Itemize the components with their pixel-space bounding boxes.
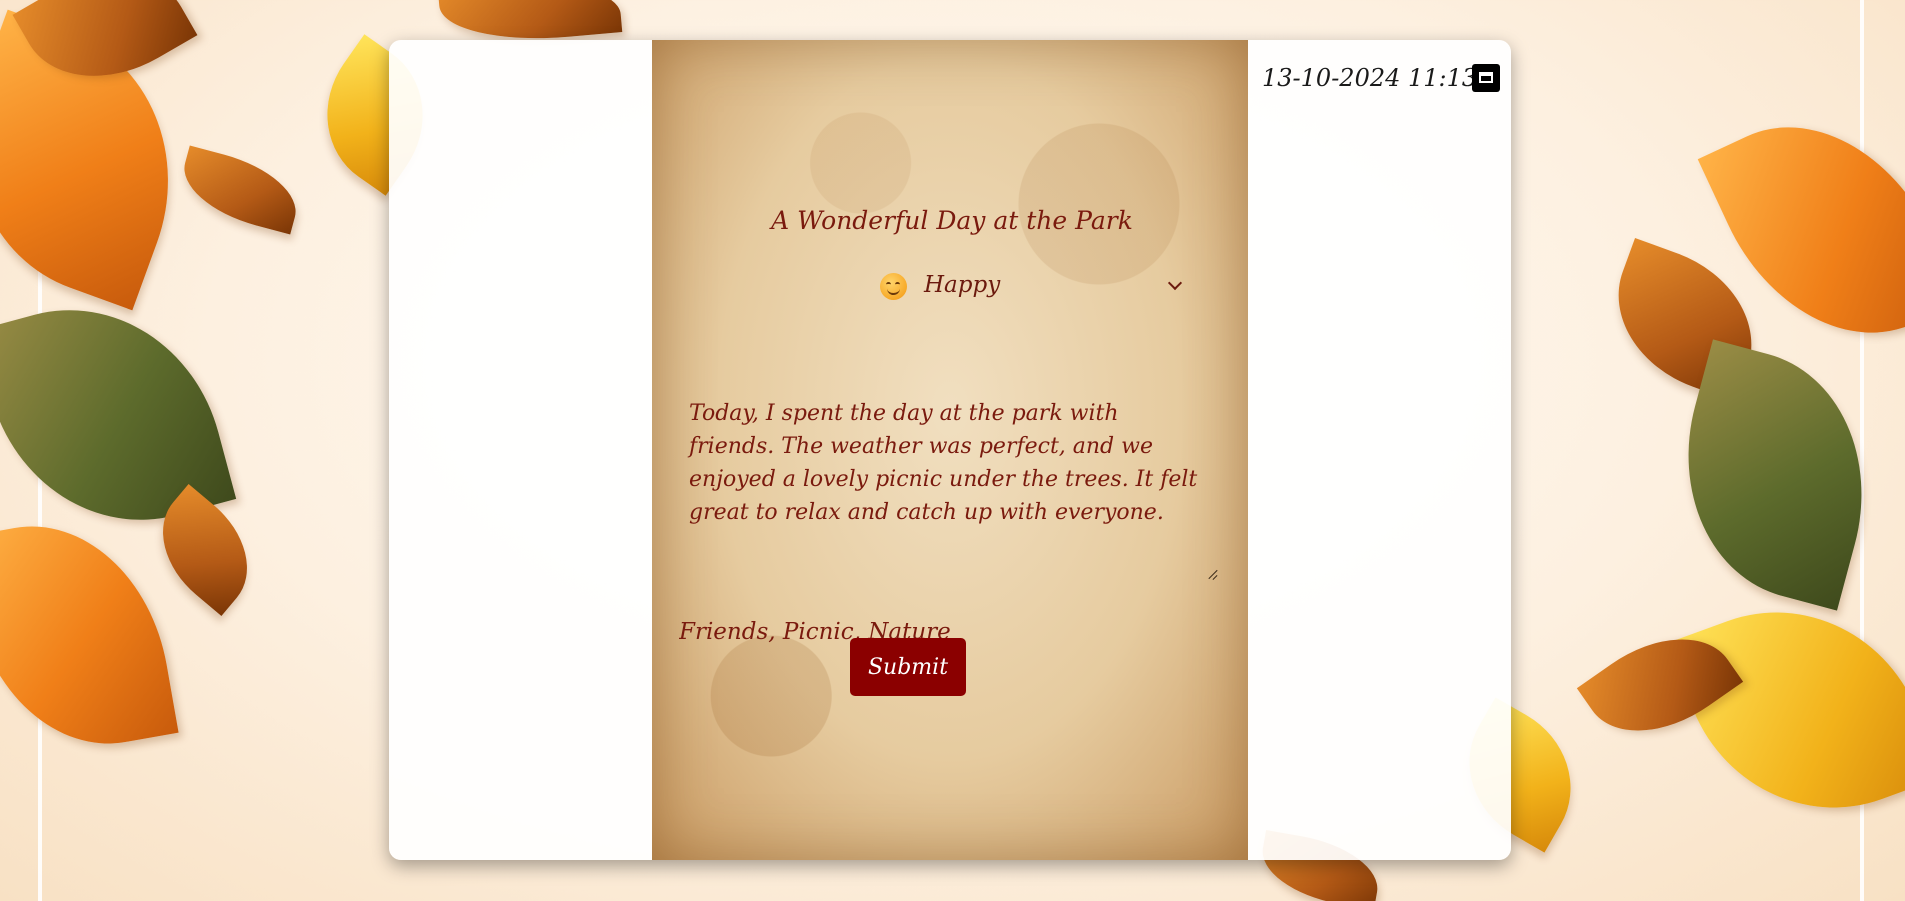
mood-select[interactable]: Happy — [878, 268, 1208, 308]
chevron-down-icon — [1167, 275, 1183, 291]
leaf-decoration — [174, 145, 306, 235]
resize-handle-icon[interactable] — [1208, 570, 1218, 580]
entry-title-input[interactable] — [712, 205, 1192, 236]
mood-label: Happy — [924, 272, 1001, 298]
leaf-decoration — [0, 506, 179, 764]
submit-button[interactable]: Submit — [850, 638, 966, 696]
calendar-icon[interactable] — [1472, 64, 1500, 92]
leaf-decoration — [1668, 570, 1905, 850]
journal-card: Happy Today, I spent the day at the park… — [389, 40, 1511, 860]
smiling-face-icon — [880, 273, 907, 300]
journal-paper: Happy Today, I spent the day at the park… — [652, 40, 1248, 860]
datetime-field[interactable]: 13-10-2024 11:13 — [1262, 64, 1477, 92]
entry-textarea[interactable]: Today, I spent the day at the park with … — [687, 395, 1211, 589]
